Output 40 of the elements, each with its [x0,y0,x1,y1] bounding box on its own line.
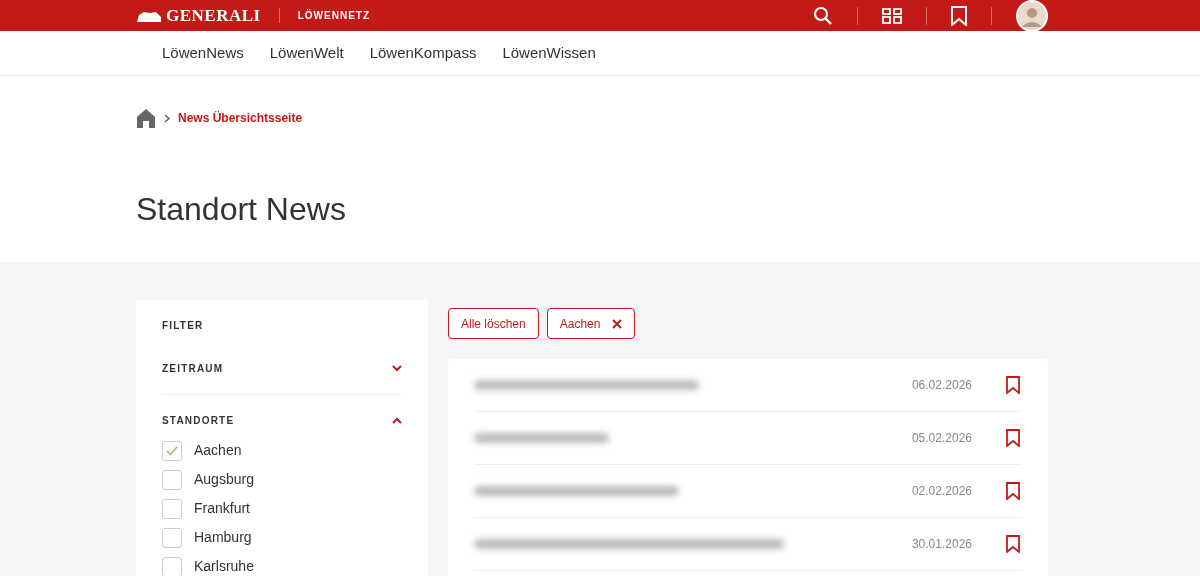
checkbox-label: Hamburg [194,528,252,547]
section-label: STANDORTE [162,414,235,428]
filter-heading: FILTER [162,319,205,333]
news-date: 06.02.2026 [911,377,972,394]
nav-link[interactable]: LöwenWelt [269,41,344,65]
section-toggle[interactable]: ZEITRAUM [162,353,402,384]
section-toggle[interactable]: STANDORTE [162,405,402,436]
close-icon[interactable] [612,318,623,329]
grid-icon[interactable] [882,7,902,24]
avatar-icon[interactable] [1016,0,1048,32]
home-icon[interactable] [136,108,156,128]
news-date: 02.02.2026 [911,483,972,500]
checkbox-label: Aachen [194,441,242,460]
news-date: 30.01.2026 [911,536,972,553]
checkbox[interactable] [162,498,182,519]
portal-name: LÖWENNETZ [278,8,370,23]
nav-link[interactable]: LöwenKompass [369,41,477,65]
checkbox-label: Karlsruhe [194,557,254,576]
chevron-right-icon [164,113,170,123]
search-icon[interactable] [813,5,833,26]
clear-all-button[interactable]: Alle löschen [448,308,539,339]
nav-link[interactable]: LöwenNews [162,41,244,65]
bookmark-icon[interactable] [1006,535,1020,553]
check-icon [166,445,178,456]
logo[interactable]: GENERALI [166,7,261,24]
checkbox[interactable] [162,469,182,490]
breadcrumb-link[interactable]: News Übersichtsseite [178,109,303,127]
news-date: 05.02.2026 [911,430,972,447]
nav-link[interactable]: LöwenWissen [502,41,596,65]
checkbox[interactable] [162,440,182,461]
bookmark-icon[interactable] [1006,376,1020,394]
checkbox-label: Augsburg [194,470,254,489]
page-title: Standort News [136,190,347,229]
checkbox[interactable] [162,527,182,548]
bookmark-icon[interactable] [1006,482,1020,500]
checkbox[interactable] [162,556,182,576]
section-label: ZEITRAUM [162,362,224,376]
filter-tag[interactable]: Aachen [546,308,636,339]
checkbox-label: Frankfurt [194,499,250,518]
bookmark-icon[interactable] [1006,429,1020,447]
